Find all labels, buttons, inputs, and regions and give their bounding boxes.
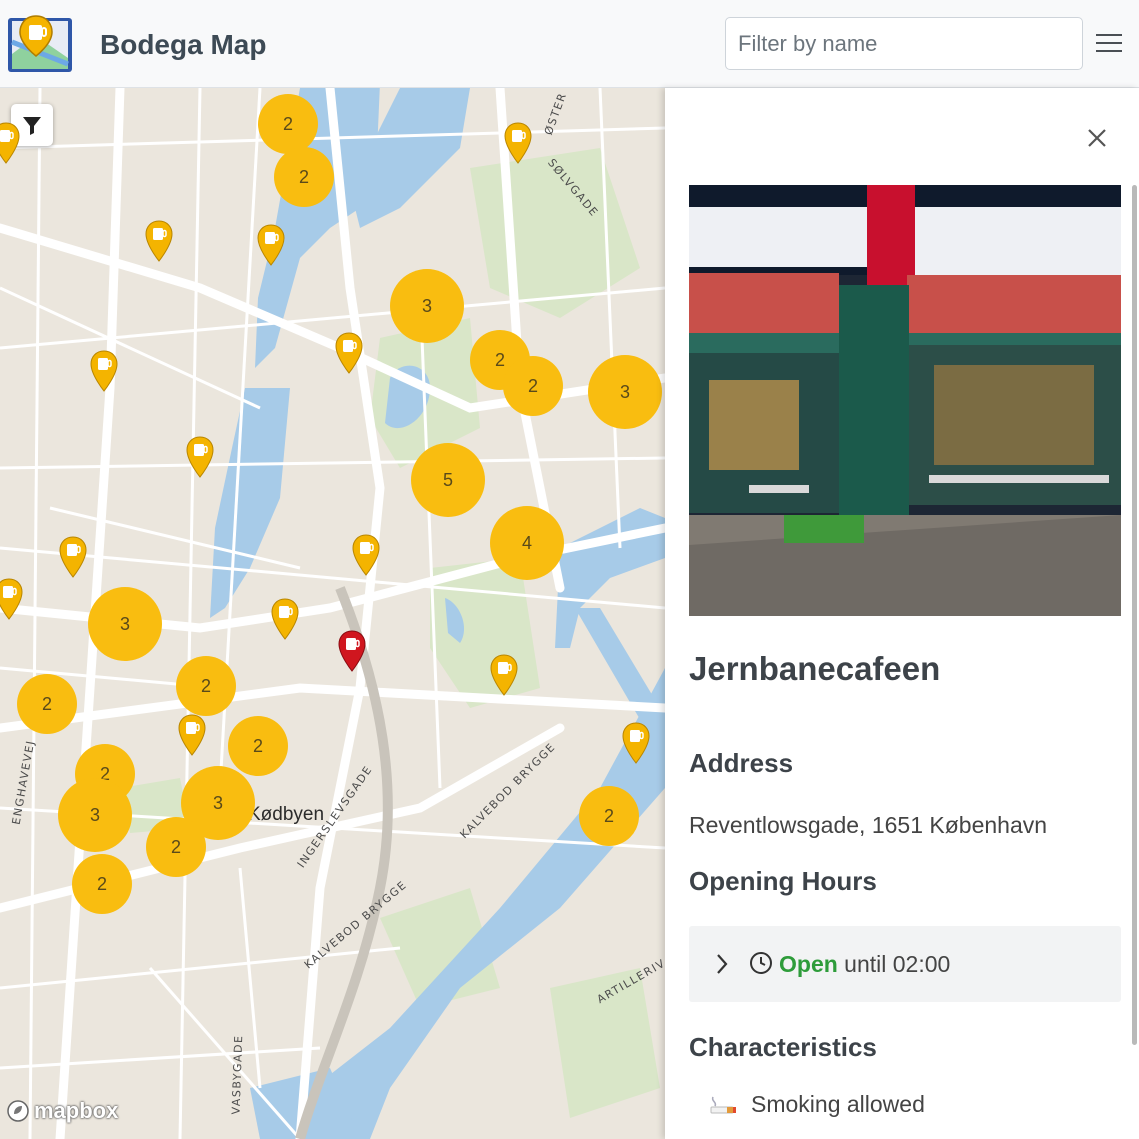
street-label: VASBYGADE: [229, 1034, 246, 1115]
marker-cluster[interactable]: 2: [258, 94, 318, 154]
mapbox-logo-icon: [7, 1100, 29, 1122]
marker-cluster[interactable]: 2: [146, 817, 206, 877]
beer-pin-icon[interactable]: [270, 598, 300, 640]
place-photo: [689, 185, 1121, 616]
marker-cluster[interactable]: 2: [72, 854, 132, 914]
beer-pin-icon[interactable]: [185, 436, 215, 478]
address-text: Reventlowsgade, 1651 København: [689, 812, 1048, 838]
app-title[interactable]: Bodega Map: [100, 29, 266, 61]
open-until-text: until 02:00: [844, 951, 951, 977]
beer-pin-icon[interactable]: [256, 224, 286, 266]
hamburger-menu-icon[interactable]: [1094, 30, 1124, 58]
characteristic-label: Smoking allowed: [751, 1091, 925, 1117]
marker-cluster[interactable]: 2: [176, 656, 236, 716]
beer-pin-icon[interactable]: [621, 722, 651, 764]
marker-cluster[interactable]: 4: [490, 506, 564, 580]
beer-pin-icon[interactable]: [144, 220, 174, 262]
beer-pin-icon[interactable]: [58, 536, 88, 578]
characteristic-item: Smoking allowed: [709, 1091, 925, 1118]
map-canvas[interactable]: ØSTER SØLVGADE KALVEBOD BRYGGE INGERSLEV…: [0, 88, 665, 1139]
beer-pin-icon[interactable]: [351, 534, 381, 576]
address-heading: Address: [689, 748, 794, 778]
beer-pin-icon[interactable]: [177, 714, 207, 756]
mapbox-label: mapbox: [34, 1098, 119, 1123]
characteristics-heading: Characteristics: [689, 1032, 877, 1062]
beer-pin-icon[interactable]: [0, 578, 24, 620]
opening-hours-heading: Opening Hours: [689, 866, 877, 896]
place-name: Jernbanecafeen: [689, 650, 941, 687]
marker-cluster[interactable]: 3: [390, 269, 464, 343]
beer-pin-icon[interactable]: [503, 122, 533, 164]
search-input[interactable]: [725, 17, 1083, 70]
marker-cluster[interactable]: 2: [228, 716, 288, 776]
beer-pin-icon[interactable]: [334, 332, 364, 374]
top-navbar: Bodega Map: [0, 0, 1139, 88]
selected-beer-pin-icon[interactable]: [337, 630, 367, 672]
close-icon[interactable]: [1083, 124, 1111, 152]
clock-icon: [750, 952, 772, 974]
chevron-right-icon: [717, 954, 728, 974]
marker-cluster[interactable]: 3: [88, 587, 162, 661]
beer-pin-icon[interactable]: [489, 654, 519, 696]
panel-scrollbar[interactable]: [1132, 185, 1137, 1045]
marker-cluster[interactable]: 3: [58, 778, 132, 852]
place-detail-panel: Jernbanecafeen Address Reventlowsgade, 1…: [665, 88, 1139, 1139]
mapbox-attribution[interactable]: mapbox: [6, 1098, 118, 1124]
beer-pin-icon[interactable]: [89, 350, 119, 392]
marker-cluster[interactable]: 2: [579, 786, 639, 846]
open-status: Open until 02:00: [779, 951, 950, 978]
open-status-word: Open: [779, 951, 838, 977]
app-logo-icon: [8, 15, 72, 72]
marker-cluster[interactable]: 2: [503, 356, 563, 416]
district-label: Kødbyen: [248, 804, 325, 825]
cigarette-icon: [710, 1096, 736, 1113]
marker-cluster[interactable]: 3: [588, 355, 662, 429]
marker-cluster[interactable]: 2: [274, 147, 334, 207]
beer-pin-icon[interactable]: [0, 122, 21, 164]
marker-cluster[interactable]: 2: [17, 674, 77, 734]
marker-cluster[interactable]: 5: [411, 443, 485, 517]
opening-hours-toggle[interactable]: Open until 02:00: [689, 926, 1121, 1002]
